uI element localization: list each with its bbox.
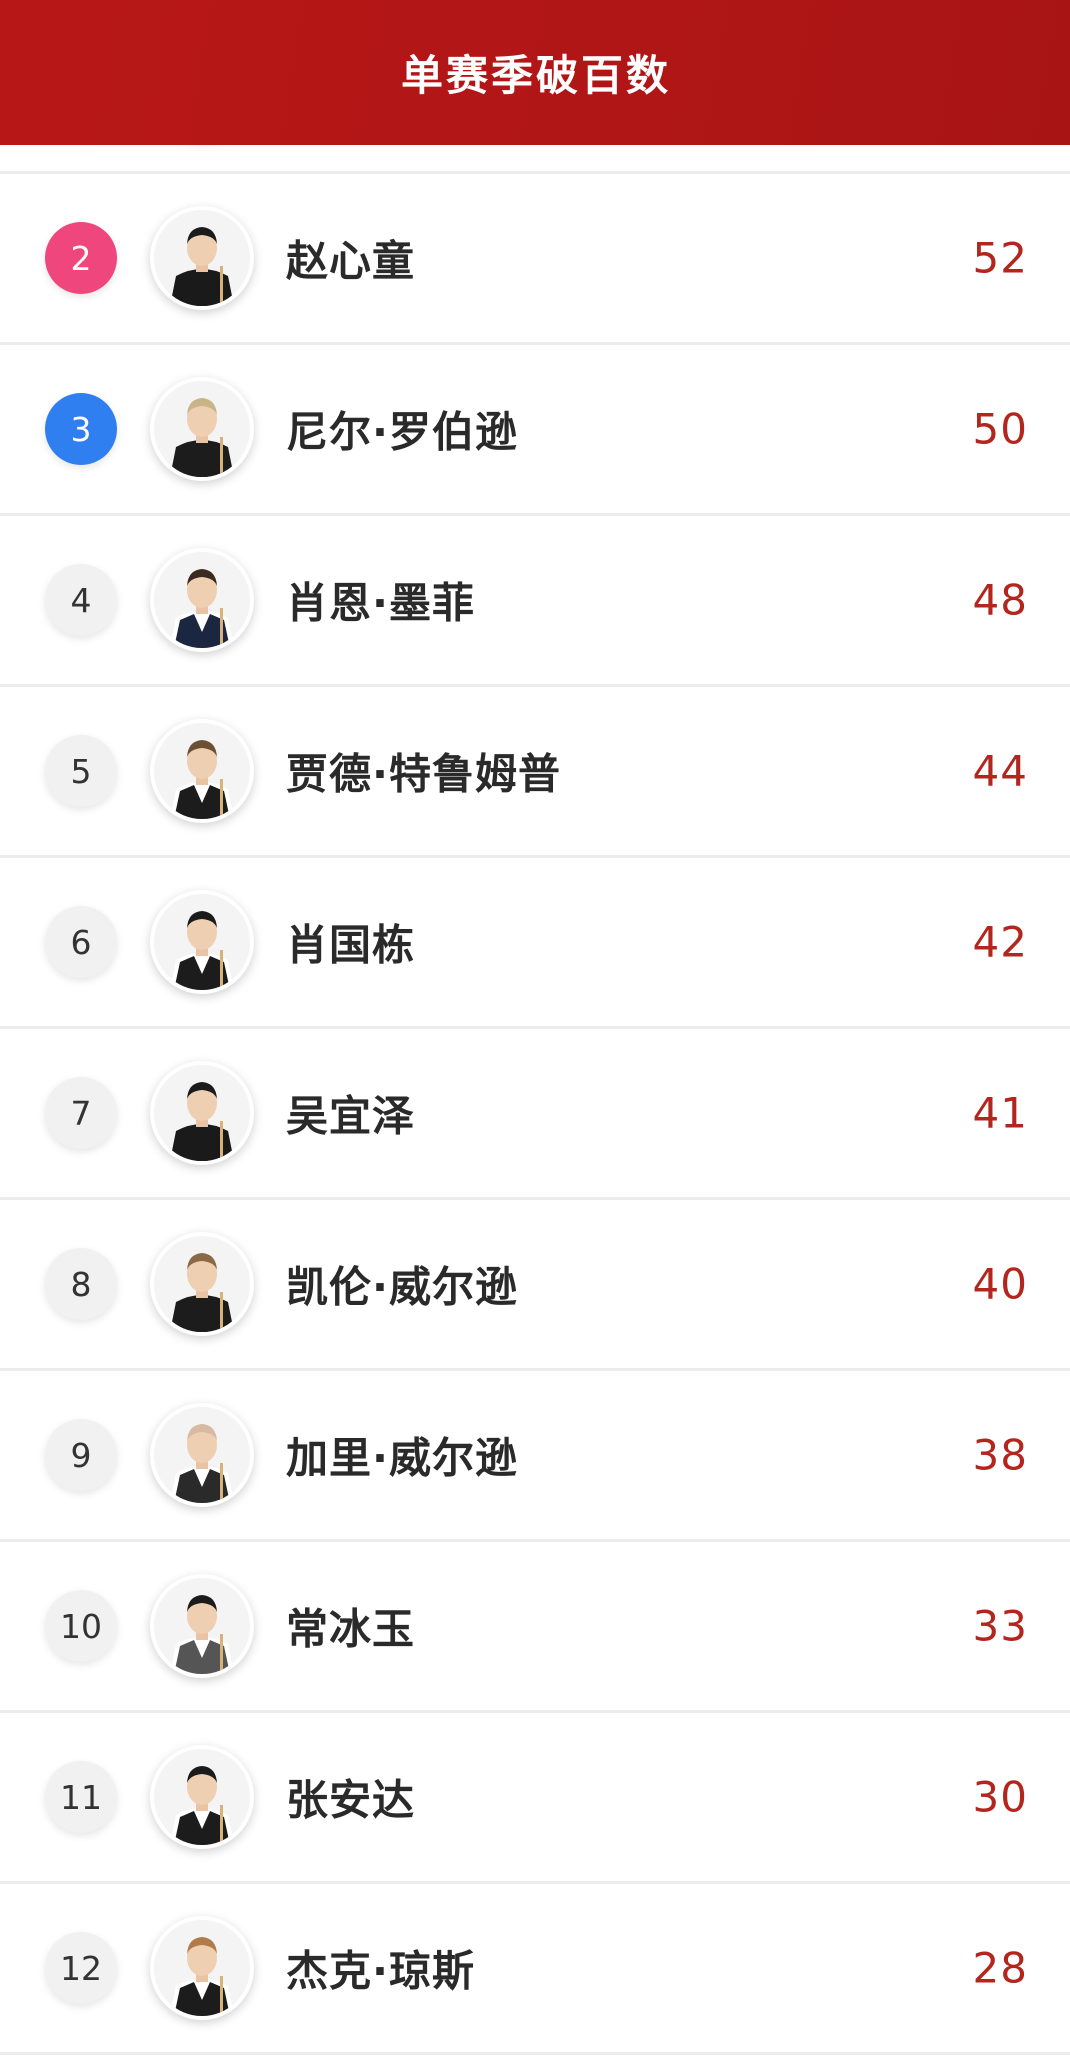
player-photo-icon bbox=[150, 206, 254, 310]
century-count: 50 bbox=[972, 404, 1028, 454]
player-photo-icon bbox=[150, 1232, 254, 1336]
player-name: 尼尔·罗伯逊 bbox=[286, 407, 518, 457]
player-name: 赵心童 bbox=[286, 236, 416, 286]
avatar-image bbox=[154, 1236, 250, 1332]
player-name: 张安达 bbox=[286, 1775, 416, 1825]
ranking-page: 单赛季破百数 1 马克·塞尔比 53 2 bbox=[0, 0, 1070, 2070]
player-name: 贾德·特鲁姆普 bbox=[286, 749, 561, 799]
ranking-row[interactable]: 5 贾德·特鲁姆普 44 bbox=[0, 687, 1070, 858]
player-photo-icon bbox=[150, 719, 254, 823]
player-name: 凯伦·威尔逊 bbox=[286, 1262, 518, 1312]
century-count: 42 bbox=[972, 917, 1028, 967]
player-name: 加里·威尔逊 bbox=[286, 1433, 518, 1483]
player-photo-icon bbox=[150, 377, 254, 481]
ranking-row[interactable]: 10 常冰玉 33 bbox=[0, 1542, 1070, 1713]
century-count: 30 bbox=[972, 1772, 1028, 1822]
avatar-image bbox=[154, 1407, 250, 1503]
ranking-row[interactable]: 3 尼尔·罗伯逊 50 bbox=[0, 345, 1070, 516]
rank-badge: 5 bbox=[45, 735, 117, 807]
century-count: 48 bbox=[972, 575, 1028, 625]
rank-badge: 8 bbox=[45, 1248, 117, 1320]
player-name: 吴宜泽 bbox=[286, 1091, 416, 1141]
century-count: 41 bbox=[972, 1088, 1028, 1138]
player-photo-icon bbox=[150, 1061, 254, 1165]
player-name: 杰克·琼斯 bbox=[286, 1946, 475, 1996]
avatar-image bbox=[154, 1065, 250, 1161]
rank-badge: 2 bbox=[45, 222, 117, 294]
avatar-image bbox=[154, 381, 250, 477]
avatar-image bbox=[154, 210, 250, 306]
avatar-image bbox=[154, 1578, 250, 1674]
rank-badge: 10 bbox=[45, 1590, 117, 1662]
ranking-row[interactable]: 7 吴宜泽 41 bbox=[0, 1029, 1070, 1200]
page-title: 单赛季破百数 bbox=[400, 51, 671, 100]
rank-badge: 7 bbox=[45, 1077, 117, 1149]
century-count: 28 bbox=[972, 1943, 1028, 1993]
avatar-image bbox=[154, 894, 250, 990]
century-count: 33 bbox=[972, 1601, 1028, 1651]
ranking-row[interactable]: 9 加里·威尔逊 38 bbox=[0, 1371, 1070, 1542]
ranking-list[interactable]: 1 马克·塞尔比 53 2 bbox=[0, 3, 1070, 2055]
century-count: 40 bbox=[972, 1259, 1028, 1309]
ranking-row[interactable]: 11 张安达 30 bbox=[0, 1713, 1070, 1884]
rank-badge: 3 bbox=[45, 393, 117, 465]
header-bar: 单赛季破百数 bbox=[0, 0, 1070, 145]
ranking-row[interactable]: 4 肖恩·墨菲 48 bbox=[0, 516, 1070, 687]
ranking-row[interactable]: 8 凯伦·威尔逊 40 bbox=[0, 1200, 1070, 1371]
player-photo-icon bbox=[150, 1745, 254, 1849]
player-photo-icon bbox=[150, 1403, 254, 1507]
century-count: 44 bbox=[972, 746, 1028, 796]
player-name: 肖国栋 bbox=[286, 920, 416, 970]
ranking-row[interactable]: 12 杰克·琼斯 28 bbox=[0, 1884, 1070, 2055]
avatar-image bbox=[154, 723, 250, 819]
player-photo-icon bbox=[150, 1916, 254, 2020]
ranking-row[interactable]: 2 赵心童 52 bbox=[0, 174, 1070, 345]
rank-badge: 12 bbox=[45, 1932, 117, 2004]
player-photo-icon bbox=[150, 890, 254, 994]
rank-badge: 11 bbox=[45, 1761, 117, 1833]
avatar-image bbox=[154, 1749, 250, 1845]
rank-badge: 4 bbox=[45, 564, 117, 636]
avatar-image bbox=[154, 552, 250, 648]
rank-badge: 6 bbox=[45, 906, 117, 978]
player-name: 肖恩·墨菲 bbox=[286, 578, 475, 628]
player-photo-icon bbox=[150, 1574, 254, 1678]
player-photo-icon bbox=[150, 548, 254, 652]
avatar-image bbox=[154, 1920, 250, 2016]
century-count: 38 bbox=[972, 1430, 1028, 1480]
century-count: 52 bbox=[972, 233, 1028, 283]
player-name: 常冰玉 bbox=[286, 1604, 416, 1654]
ranking-row[interactable]: 6 肖国栋 42 bbox=[0, 858, 1070, 1029]
rank-badge: 9 bbox=[45, 1419, 117, 1491]
